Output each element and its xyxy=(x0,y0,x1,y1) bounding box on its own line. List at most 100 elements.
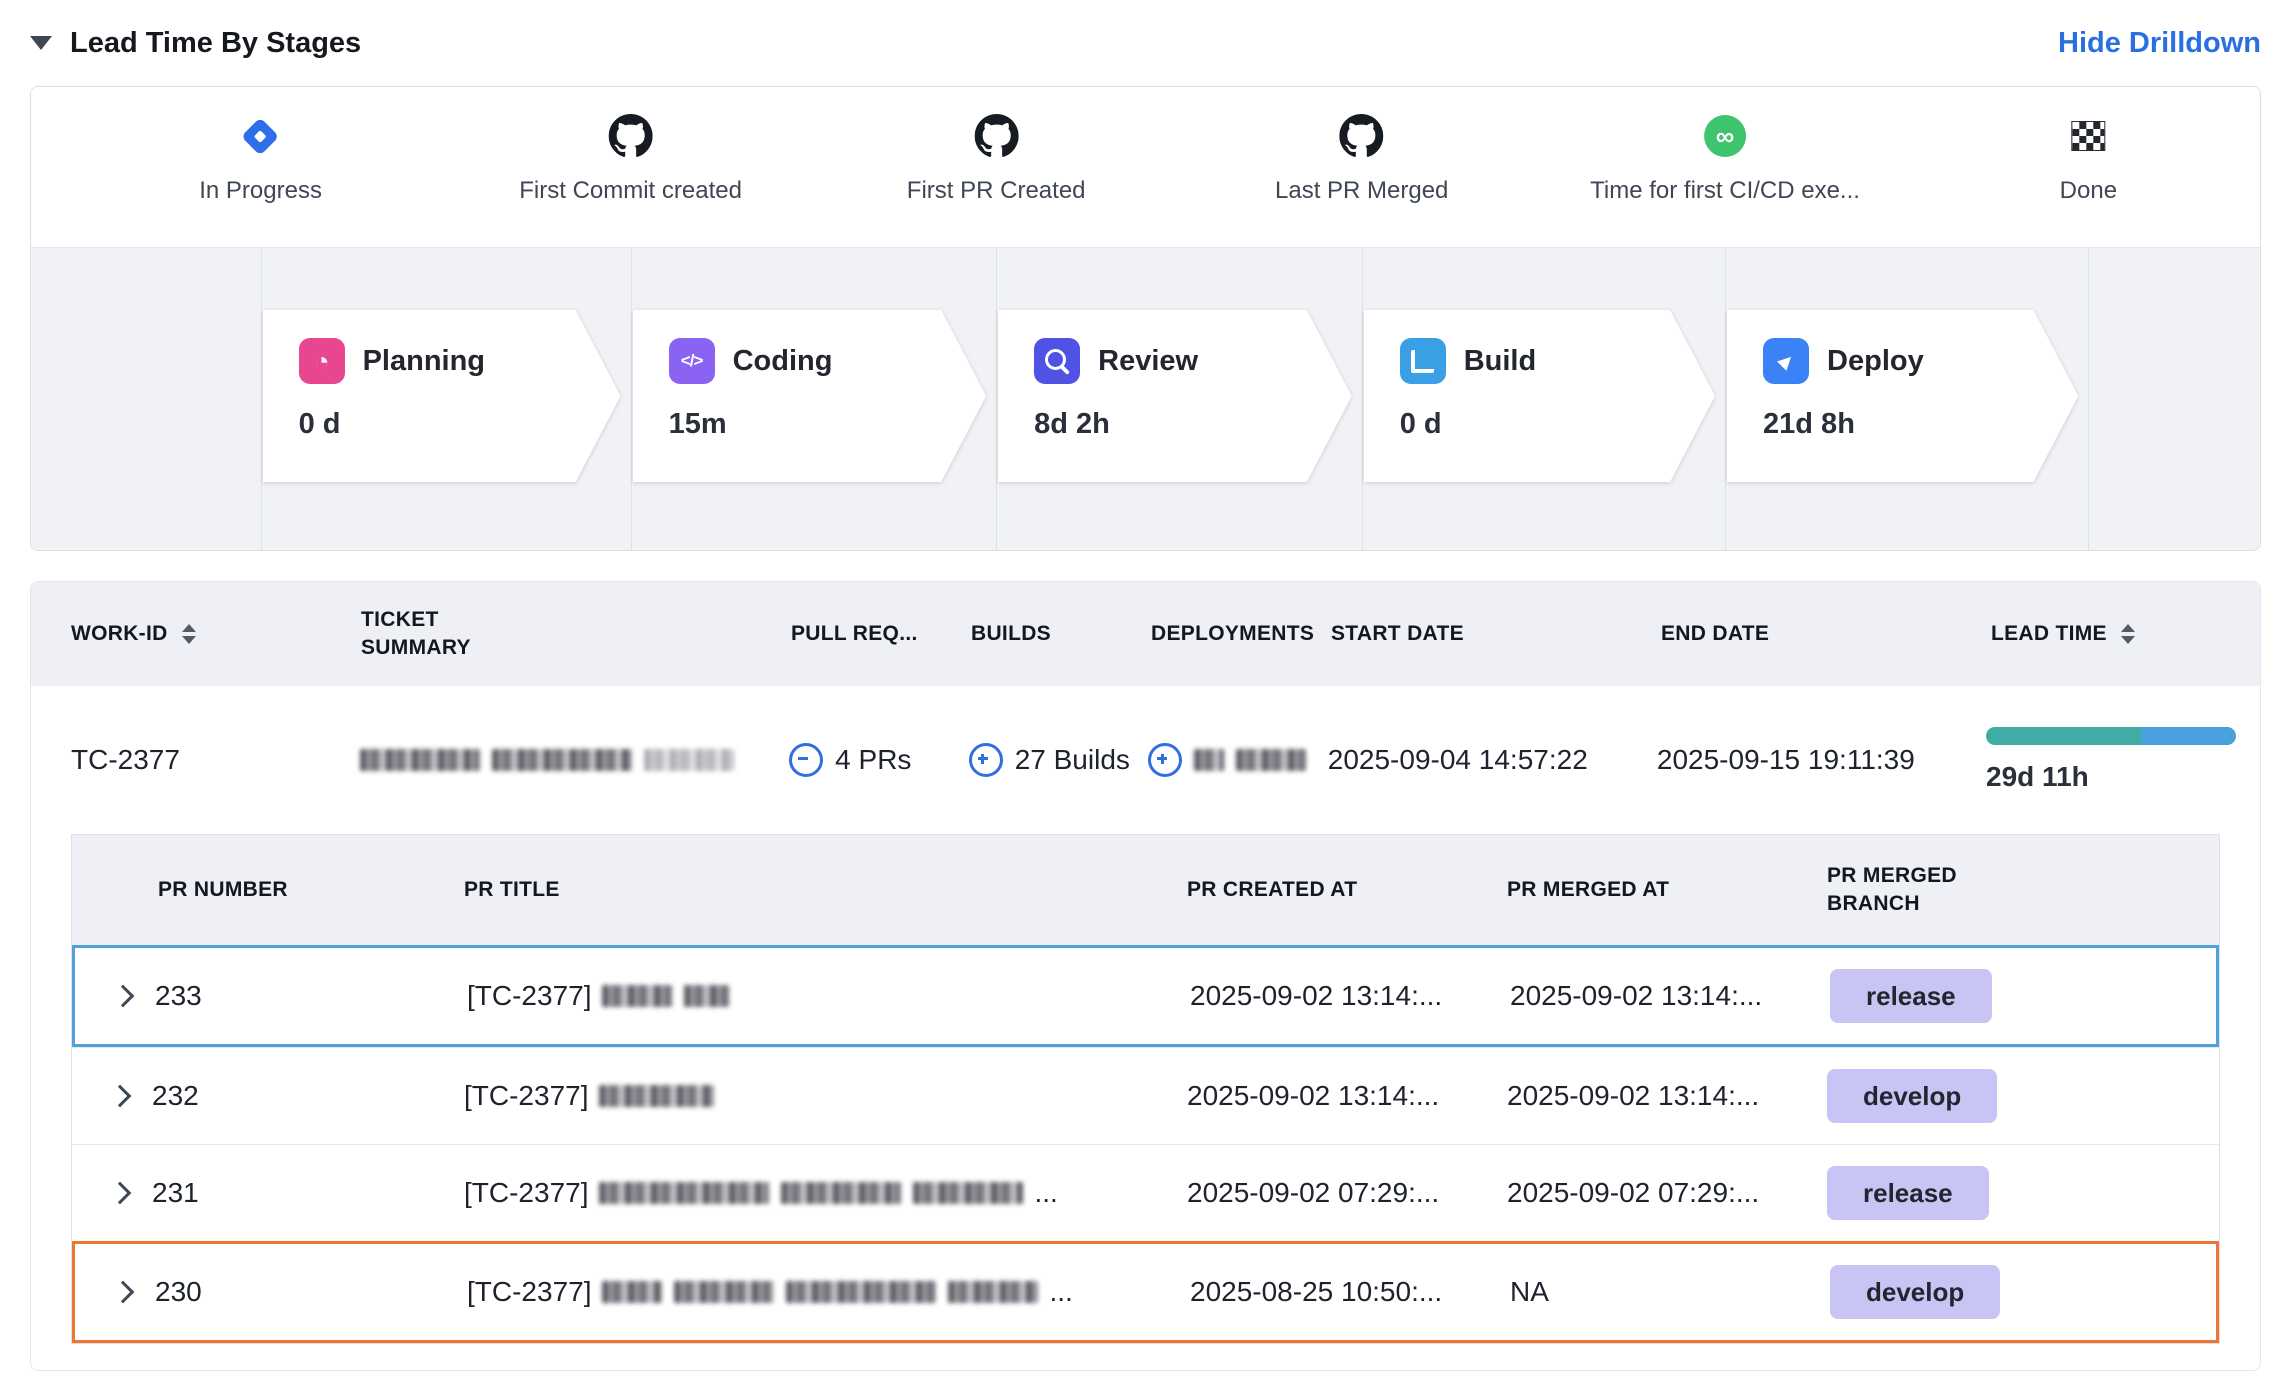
github-icon xyxy=(609,114,653,158)
redacted-text xyxy=(602,985,672,1007)
column-label: PR TITLE xyxy=(464,878,560,902)
milestone-in-progress: In Progress xyxy=(199,113,322,205)
pr-number: 232 xyxy=(152,1080,199,1112)
milestone-label: First PR Created xyxy=(907,177,1086,205)
pr-created-cell: 2025-08-25 10:50:... xyxy=(1130,1276,1455,1308)
branch-badge: release xyxy=(1830,969,1992,1023)
pr-row-233[interactable]: 233 [TC-2377] 2025-09-02 13:14:... 2025-… xyxy=(72,945,2219,1047)
collapse-triangle-icon[interactable] xyxy=(30,36,52,50)
pr-title-suffix: ... xyxy=(1035,1177,1058,1209)
review-icon xyxy=(1034,338,1080,384)
column-header-deployments: DEPLOYMENTS xyxy=(1151,622,1331,646)
column-label: LEAD TIME xyxy=(1991,622,2107,646)
pr-title-prefix: [TC-2377] xyxy=(467,1276,592,1308)
expand-builds-icon[interactable] xyxy=(969,743,1003,777)
hide-drilldown-link[interactable]: Hide Drilldown xyxy=(2058,27,2261,60)
stage-build: Build 0 d xyxy=(1364,310,1715,482)
chevron-right-icon[interactable] xyxy=(109,1182,132,1205)
column-label: PULL REQ... xyxy=(791,622,918,646)
pull-requests-cell: 4 PRs xyxy=(789,743,969,777)
pr-number: 233 xyxy=(155,980,202,1012)
deploy-icon: ► xyxy=(1763,338,1809,384)
divider xyxy=(2088,248,2089,550)
column-header-end-date: END DATE xyxy=(1661,622,1991,646)
planning-icon: ◔ xyxy=(299,338,345,384)
pr-branch-cell: release xyxy=(1767,1166,2219,1220)
column-header-lead-time[interactable]: LEAD TIME xyxy=(1991,622,2260,646)
column-header-pr-created-at: PR CREATED AT xyxy=(1127,878,1452,902)
sort-icon[interactable] xyxy=(2121,624,2135,644)
divider xyxy=(631,248,632,550)
branch-badge: release xyxy=(1827,1166,1989,1220)
lead-time-stage-panel: In Progress First Commit created First P… xyxy=(30,86,2261,551)
redacted-text xyxy=(599,1182,769,1204)
redacted-text xyxy=(599,1085,714,1107)
column-header-start-date: START DATE xyxy=(1331,622,1661,646)
sort-icon[interactable] xyxy=(182,624,196,644)
pr-row-232[interactable]: 232 [TC-2377] 2025-09-02 13:14:... 2025-… xyxy=(72,1047,2219,1144)
pr-title-cell: [TC-2377] ... xyxy=(375,1276,1130,1308)
pr-title-prefix: [TC-2377] xyxy=(464,1177,589,1209)
milestone-cicd: ∞ Time for first CI/CD exe... xyxy=(1590,113,1860,205)
pr-merged-cell: NA xyxy=(1455,1276,1770,1308)
divider xyxy=(1362,248,1363,550)
pr-merged-cell: 2025-09-02 13:14:... xyxy=(1455,980,1770,1012)
column-label: WORK-ID xyxy=(71,622,168,646)
column-header-ticket-summary: TICKET SUMMARY xyxy=(331,606,791,663)
pr-count: 4 PRs xyxy=(835,744,911,776)
lead-time-bar xyxy=(1986,727,2236,745)
pr-merged-cell: 2025-09-02 07:29:... xyxy=(1452,1177,1767,1209)
column-header-pr-merged-branch: PR MERGED BRANCH xyxy=(1767,862,2219,919)
stage-name: Build xyxy=(1464,345,1537,378)
milestone-label: Done xyxy=(2060,177,2117,205)
column-label: START DATE xyxy=(1331,622,1464,646)
cicd-icon: ∞ xyxy=(1704,115,1746,157)
redacted-text xyxy=(1236,749,1306,771)
coding-icon: </> xyxy=(669,338,715,384)
column-header-pr-title: PR TITLE xyxy=(372,878,1127,902)
chevron-right-icon[interactable] xyxy=(112,1281,135,1304)
ticket-summary-cell xyxy=(330,749,789,771)
github-icon xyxy=(1340,114,1384,158)
pr-branch-cell: release xyxy=(1770,969,2216,1023)
column-label: TICKET SUMMARY xyxy=(361,606,491,663)
stage-name: Deploy xyxy=(1827,345,1924,378)
in-progress-icon xyxy=(241,117,279,155)
column-header-work-id[interactable]: WORK-ID xyxy=(31,622,331,646)
collapse-prs-icon[interactable] xyxy=(789,743,823,777)
column-label: PR NUMBER xyxy=(158,878,288,902)
divider xyxy=(1725,248,1726,550)
stage-duration: 21d 8h xyxy=(1763,408,2078,441)
pr-row-231[interactable]: 231 [TC-2377] ... 2025-09-02 07:29:... 2… xyxy=(72,1144,2219,1241)
chevron-right-icon[interactable] xyxy=(112,985,135,1008)
pr-row-230[interactable]: 230 [TC-2377] ... 2025-08-25 10:50:... N… xyxy=(72,1241,2219,1343)
pr-title-prefix: [TC-2377] xyxy=(467,980,592,1012)
column-label: BUILDS xyxy=(971,622,1051,646)
pr-number-cell: 230 xyxy=(75,1276,375,1308)
chevron-right-icon[interactable] xyxy=(109,1085,132,1108)
milestone-first-pr: First PR Created xyxy=(907,113,1086,205)
work-id-cell: TC-2377 xyxy=(31,744,330,776)
stage-planning: ◔ Planning 0 d xyxy=(263,310,621,482)
pr-created-cell: 2025-09-02 13:14:... xyxy=(1130,980,1455,1012)
pr-title-prefix: [TC-2377] xyxy=(464,1080,589,1112)
column-label: PR MERGED BRANCH xyxy=(1827,862,1987,919)
pr-branch-cell: develop xyxy=(1767,1069,2219,1123)
pr-table-header: PR NUMBER PR TITLE PR CREATED AT PR MERG… xyxy=(72,835,2219,945)
builds-cell: 27 Builds xyxy=(969,743,1149,777)
pr-number-cell: 232 xyxy=(72,1080,372,1112)
builds-count: 27 Builds xyxy=(1015,744,1130,776)
column-header-pr-number: PR NUMBER xyxy=(72,878,372,902)
divider xyxy=(996,248,997,550)
pr-number: 230 xyxy=(155,1276,202,1308)
milestone-row: In Progress First Commit created First P… xyxy=(31,87,2260,247)
build-icon xyxy=(1400,338,1446,384)
milestone-label: Time for first CI/CD exe... xyxy=(1590,177,1860,205)
expand-deployments-icon[interactable] xyxy=(1148,743,1182,777)
redacted-text xyxy=(360,749,480,771)
redacted-text xyxy=(948,1281,1038,1303)
pr-title-cell: [TC-2377] xyxy=(375,980,1130,1012)
work-item-row[interactable]: TC-2377 4 PRs 27 Builds 2025-09-04 14:57… xyxy=(31,686,2260,834)
stage-name: Review xyxy=(1098,345,1198,378)
branch-badge: develop xyxy=(1827,1069,1997,1123)
